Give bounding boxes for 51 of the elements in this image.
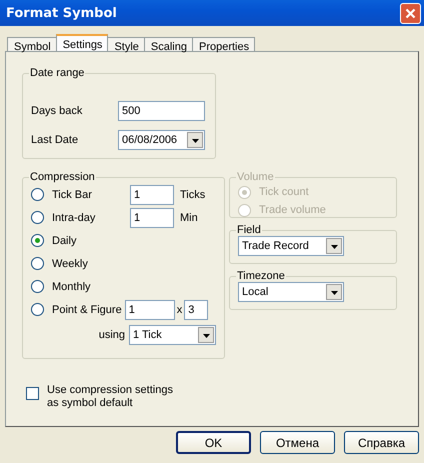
dropdown-value: 1 Tick	[133, 329, 162, 341]
input-field[interactable]: 1	[124, 300, 175, 320]
field-label: Last Date	[31, 134, 80, 146]
input-field[interactable]: 1	[130, 184, 174, 204]
input-field[interactable]: 1	[130, 208, 174, 228]
dropdown[interactable]: Local	[238, 282, 344, 302]
input-field[interactable]: 500	[118, 101, 205, 121]
radio-label: Intra-day	[52, 212, 96, 224]
dropdown[interactable]: Trade Record	[238, 236, 344, 256]
radio-label: Tick count	[259, 186, 309, 198]
checkbox[interactable]	[26, 387, 39, 400]
close-icon	[405, 8, 416, 18]
dropdown-value: Trade Record	[242, 240, 309, 252]
radio-button[interactable]	[31, 211, 44, 224]
tab[interactable]: Properties	[192, 37, 256, 51]
radio-button[interactable]	[31, 280, 44, 293]
radio-label: Weekly	[52, 258, 88, 270]
dropdown[interactable]: 1 Tick	[129, 325, 216, 345]
radio-button[interactable]	[31, 188, 44, 201]
dialog-button[interactable]: Отмена	[260, 431, 335, 454]
dropdown-value: Local	[242, 286, 268, 298]
radio-label: Tick Bar	[52, 188, 92, 200]
radio-label: Point & Figure	[52, 304, 122, 316]
input-field[interactable]: 3	[184, 300, 208, 320]
checkbox-label: Use compression settings as symbol default	[47, 384, 174, 410]
dropdown-value: 06/08/2006	[122, 134, 178, 146]
group-title: Timezone	[236, 270, 286, 282]
dialog-button[interactable]: OK	[176, 431, 251, 454]
dialog-button[interactable]: Справка	[344, 431, 419, 454]
radio-label: Daily	[52, 234, 76, 246]
tab[interactable]: Settings	[56, 34, 108, 51]
tab[interactable]: Style	[107, 37, 145, 51]
unit-label: Min	[180, 212, 199, 224]
close-button[interactable]	[400, 2, 421, 24]
dropdown[interactable]: 06/08/2006	[118, 130, 205, 150]
field-label: Days back	[31, 105, 84, 117]
radio-label: Trade volume	[259, 204, 326, 216]
group-title: Date range	[29, 67, 86, 79]
radio-button[interactable]	[31, 303, 44, 316]
radio-button[interactable]	[31, 257, 44, 270]
group-title: Field	[236, 224, 262, 236]
group-title: Volume	[236, 171, 275, 183]
tab[interactable]: Scaling	[144, 37, 193, 51]
group-title: Compression	[29, 171, 96, 183]
field-label: using	[98, 329, 125, 341]
unit-label: Ticks	[180, 188, 206, 200]
tab[interactable]: Symbol	[7, 37, 57, 51]
radio-button[interactable]	[31, 234, 44, 247]
window-title: Format Symbol	[6, 6, 117, 20]
separator-label: x	[176, 304, 182, 316]
radio-label: Monthly	[52, 280, 91, 292]
